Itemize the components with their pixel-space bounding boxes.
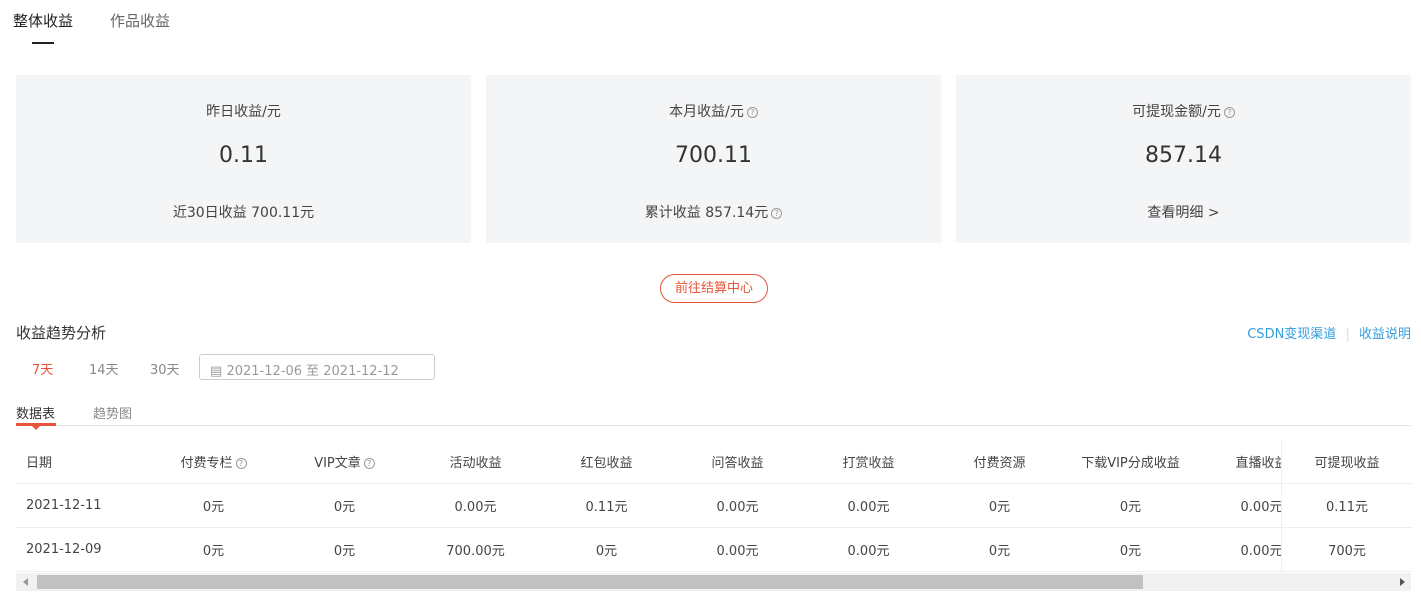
table-cell: 700元 xyxy=(1328,544,1366,559)
table-cell: 2021-12-09 xyxy=(26,542,102,557)
table-cell: 0.11元 xyxy=(585,500,628,515)
card-title: 本月收益/元 xyxy=(669,104,744,120)
section-title: 收益趋势分析 xyxy=(16,324,107,342)
income-explanation-link[interactable]: 收益说明 xyxy=(1359,327,1411,342)
divider xyxy=(56,425,1411,426)
card-title: 昨日收益/元 xyxy=(206,104,281,120)
column-label: VIP文章 xyxy=(314,456,361,471)
table-cell: 0.00元 xyxy=(1240,544,1281,559)
help-icon[interactable]: ? xyxy=(235,458,247,469)
card-value: 857.14 xyxy=(1145,143,1222,168)
help-icon[interactable]: ? xyxy=(1223,107,1235,118)
tab-works-income[interactable]: 作品收益 xyxy=(110,10,170,31)
card-yesterday: 昨日收益/元 0.11 近30日收益 700.11元 xyxy=(16,75,471,243)
card-withdrawable: 可提现金额/元? 857.14 查看明细 > xyxy=(956,75,1411,243)
column-header: 打赏收益 xyxy=(842,456,895,471)
column-header: 下载VIP分成收益 xyxy=(1081,456,1180,471)
table-cell: 0元 xyxy=(333,544,356,559)
scrollbar-thumb[interactable] xyxy=(37,575,1143,589)
column-header: 付费资源 xyxy=(973,456,1026,471)
table-row: 2021-12-09 0元 0元 700.00元 0元 0.00元 0.00元 0元 0元 0.0… xyxy=(16,528,1281,572)
table-cell: 2021-12-11 xyxy=(26,498,102,513)
subtab-data-table[interactable]: 数据表 xyxy=(16,403,55,422)
table-cell: 700.00元 xyxy=(446,544,505,559)
table-cell: 0.00元 xyxy=(716,544,759,559)
column-header: 日期 xyxy=(26,456,53,471)
table-cell: 0元 xyxy=(988,500,1011,515)
table-cell: 0.00元 xyxy=(847,544,890,559)
subtab-trend-chart[interactable]: 趋势图 xyxy=(93,403,132,422)
table-row: 2021-12-11 0元 0元 0.00元 0.11元 0.00元 0.00元 0元 0元 0.… xyxy=(16,484,1281,528)
date-range-picker[interactable]: ▤ 2021-12-06 至 2021-12-12 xyxy=(199,354,435,380)
column-header: 直播收益 xyxy=(1235,456,1281,471)
column-header: 活动收益 xyxy=(449,456,502,471)
column-label: 付费专栏 xyxy=(180,456,233,471)
card-bottom: 累计收益 857.14元 xyxy=(644,205,769,221)
help-icon[interactable]: ? xyxy=(746,107,758,118)
card-value: 700.11 xyxy=(675,143,752,168)
help-icon[interactable]: ? xyxy=(771,208,783,219)
column-header: 可提现收益 xyxy=(1314,456,1380,471)
horizontal-scrollbar[interactable] xyxy=(16,573,1411,591)
card-month: 本月收益/元? 700.11 累计收益 857.14元? xyxy=(486,75,941,243)
table-cell: 0元 xyxy=(595,544,618,559)
divider: | xyxy=(1345,327,1350,342)
card-value: 0.11 xyxy=(219,143,268,168)
table-cell: 0元 xyxy=(1119,544,1142,559)
table-cell: 0.00元 xyxy=(454,500,497,515)
table-cell: 0.00元 xyxy=(1240,500,1281,515)
table-cell: 0元 xyxy=(202,500,225,515)
tab-active-indicator xyxy=(32,42,54,44)
table-cell: 0元 xyxy=(988,544,1011,559)
data-table: 日期 付费专栏? VIP文章? 活动收益 红包收益 问答收益 打赏收益 付费资源 下载VIP分成… xyxy=(16,440,1281,572)
date-range-value: 2021-12-06 至 2021-12-12 xyxy=(226,364,399,379)
card-bottom: 近30日收益 700.11元 xyxy=(172,205,315,221)
view-details-link[interactable]: 查看明细 > xyxy=(956,202,1411,222)
table-cell: 0元 xyxy=(333,500,356,515)
table-cell: 0元 xyxy=(202,544,225,559)
card-title: 可提现金额/元 xyxy=(1132,104,1221,120)
table-cell: 0元 xyxy=(1119,500,1142,515)
links: CSDN变现渠道 | 收益说明 xyxy=(1247,323,1411,342)
range-30-days[interactable]: 30天 xyxy=(150,359,180,378)
tab-overall-income[interactable]: 整体收益 xyxy=(13,10,73,31)
column-header: 红包收益 xyxy=(580,456,633,471)
fixed-column: 可提现收益 0.11元 700元 xyxy=(1281,440,1412,572)
table-cell: 0.00元 xyxy=(847,500,890,515)
csdn-channel-link[interactable]: CSDN变现渠道 xyxy=(1247,327,1336,342)
range-7-days[interactable]: 7天 xyxy=(32,359,53,378)
column-header: 问答收益 xyxy=(711,456,764,471)
table-cell: 0.00元 xyxy=(716,500,759,515)
settlement-center-button[interactable]: 前往结算中心 xyxy=(660,274,768,303)
subtab-caret xyxy=(32,426,40,430)
calendar-icon: ▤ xyxy=(210,364,223,379)
scroll-right-icon[interactable] xyxy=(1400,578,1405,586)
help-icon[interactable]: ? xyxy=(363,458,375,469)
table-header: 日期 付费专栏? VIP文章? 活动收益 红包收益 问答收益 打赏收益 付费资源 下载VIP分成… xyxy=(16,440,1281,484)
column-header: VIP文章? xyxy=(279,452,410,471)
scroll-left-icon[interactable] xyxy=(23,578,28,586)
column-header: 付费专栏? xyxy=(148,452,279,471)
range-14-days[interactable]: 14天 xyxy=(89,359,119,378)
table-cell: 0.11元 xyxy=(1326,500,1368,515)
